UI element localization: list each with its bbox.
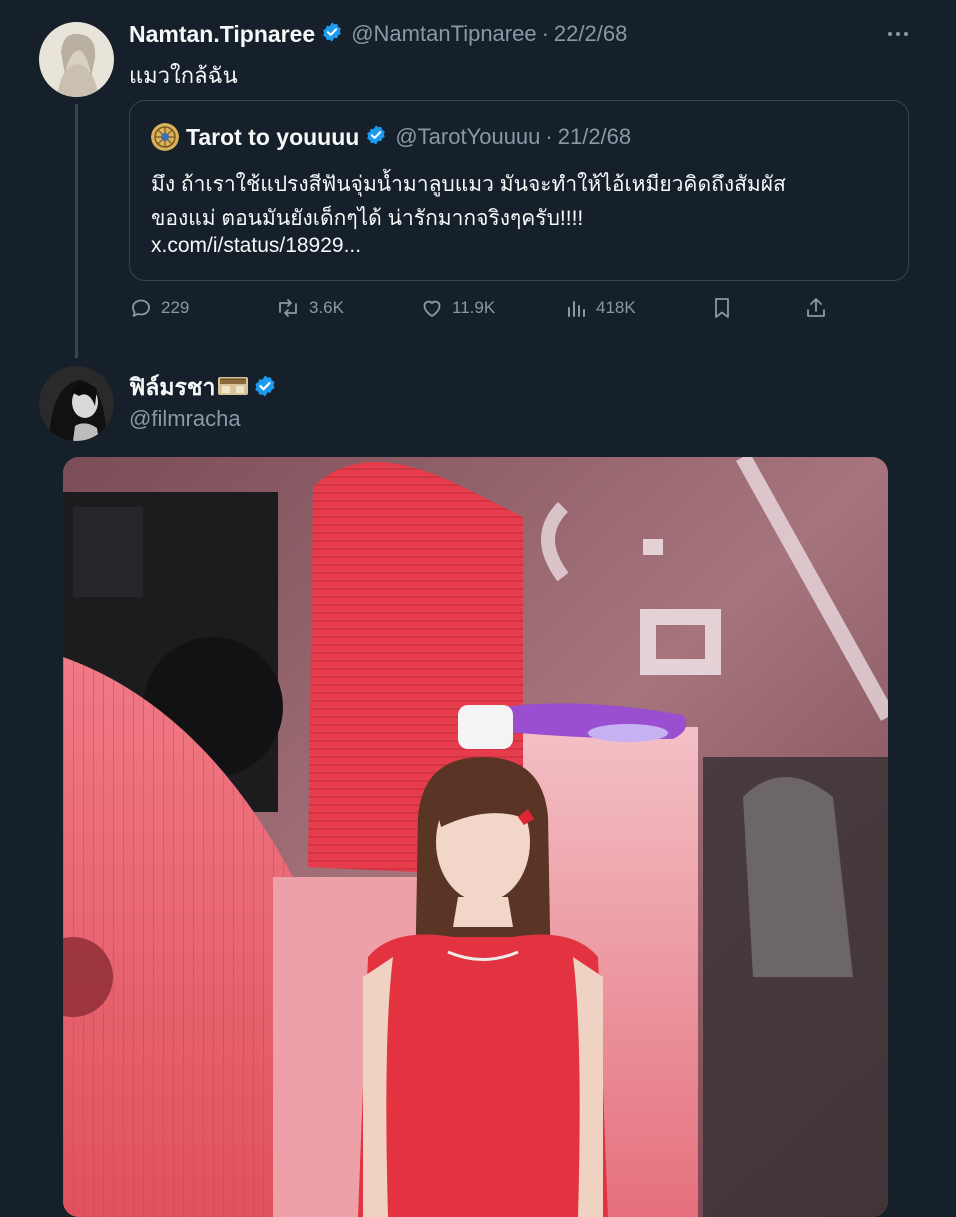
handle[interactable]: @filmracha — [129, 406, 241, 432]
tweet-header: Namtan.Tipnaree @NamtanTipnaree · 22/2/6… — [129, 19, 627, 49]
quote-display-name: Tarot to youuuu — [186, 123, 360, 150]
quote-link[interactable]: x.com/i/status/18929... — [151, 234, 361, 258]
separator-dot: · — [545, 124, 553, 149]
timestamp[interactable]: 22/2/68 — [554, 21, 627, 47]
bookmark-button[interactable] — [711, 296, 733, 320]
tweet-text: แมวใกล้ฉัน — [129, 63, 238, 88]
views-count: 418K — [596, 298, 636, 317]
verified-badge-icon — [253, 374, 277, 403]
avatar[interactable] — [39, 22, 114, 97]
tweet-header: ฟิล์มรชา — [129, 372, 277, 404]
share-button[interactable] — [804, 296, 828, 320]
share-icon — [807, 298, 825, 317]
bookmark-icon — [715, 298, 729, 318]
handle[interactable]: @NamtanTipnaree — [351, 21, 536, 47]
display-name[interactable]: ฟิล์มรชา — [129, 370, 215, 406]
retweet-icon — [279, 299, 297, 317]
tweet-photo[interactable] — [63, 457, 888, 1217]
quote-avatar — [151, 123, 179, 151]
like-button[interactable]: 11.9K — [420, 296, 495, 320]
analytics-icon — [568, 301, 585, 317]
separator-dot: · — [541, 21, 549, 46]
reply-button[interactable]: 229 — [129, 296, 189, 320]
verified-badge-icon — [321, 21, 343, 48]
photo-content — [63, 457, 888, 1217]
quoted-tweet[interactable]: Tarot to youuuu @TarotYouuuu · 21/2/68 ม… — [129, 100, 909, 281]
views-button[interactable]: 418K — [566, 296, 636, 320]
verified-badge-icon — [365, 124, 387, 151]
quote-header: Tarot to youuuu @TarotYouuuu · 21/2/68 — [186, 122, 631, 152]
reply-icon — [132, 299, 150, 317]
retweet-button[interactable]: 3.6K — [275, 296, 344, 320]
quote-timestamp: 21/2/68 — [557, 124, 632, 149]
display-name[interactable]: Namtan.Tipnaree — [129, 21, 315, 48]
more-options-icon[interactable] — [886, 24, 910, 44]
like-count: 11.9K — [452, 298, 496, 317]
reply-count: 229 — [161, 298, 190, 317]
quote-handle: @TarotYouuuu — [395, 124, 541, 149]
avatar[interactable] — [39, 366, 114, 441]
film-emoji-icon — [217, 374, 249, 403]
retweet-count: 3.6K — [309, 298, 344, 317]
quote-text-line-1: มึง ถ้าเราใช้แปรงสีฟันจุ่มน้ำมาลูบแมว มั… — [151, 173, 786, 196]
thread-line — [75, 104, 78, 358]
heart-icon — [423, 300, 441, 317]
quote-text-line-2: ของแม่ ตอนมันยังเด็กๆได้ น่ารักมากจริงๆค… — [151, 207, 584, 230]
